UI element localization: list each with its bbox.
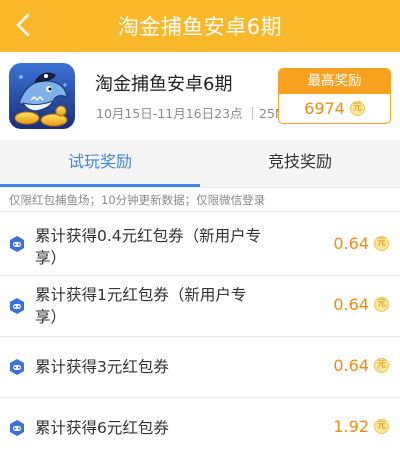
task-reward-value: 1.92 (333, 417, 369, 436)
task-reward-value: 0.64 (333, 356, 369, 375)
task-reward: 0.64 元 (333, 234, 389, 253)
shark-game-icon (9, 63, 75, 129)
task-row: 累计获得1元红包券（新用户专享） 0.64 元 (0, 276, 400, 337)
notice-text: 仅限红包捕鱼场；10分钟更新数据；仅限微信登录 (9, 193, 266, 207)
gamepad-icon (10, 420, 24, 436)
gamepad-icon (10, 298, 24, 314)
yuan-coin-icon: 元 (374, 419, 389, 434)
tab-trial-rewards[interactable]: 试玩奖励 (0, 148, 200, 185)
game-info-card: 淘金捕鱼安卓6期 10月15日-11月16日23点 ｜25M 最高奖励 6974… (0, 52, 400, 140)
game-name: 淘金捕鱼安卓6期 (95, 74, 233, 95)
task-row: 累计获得0.4元红包券（新用户专享） 0.64 元 (0, 212, 400, 276)
gamepad-icon (10, 236, 24, 252)
task-list: 累计获得0.4元红包券（新用户专享） 0.64 元 累计获得1元红包券（新用户专… (0, 212, 400, 455)
task-description: 累计获得0.4元红包券（新用户专享） (35, 227, 262, 267)
chevron-left-icon (16, 13, 30, 37)
tab-competition-rewards[interactable]: 竞技奖励 (200, 148, 400, 185)
max-reward-label: 最高奖励 (279, 69, 390, 94)
yuan-coin-icon: 元 (374, 236, 389, 251)
max-reward-box: 最高奖励 6974 元 (278, 68, 391, 124)
max-reward-value: 6974 (304, 99, 345, 118)
yuan-coin-icon: 元 (374, 358, 389, 373)
task-reward-value: 0.64 (333, 295, 369, 314)
task-reward-value: 0.64 (333, 234, 369, 253)
yuan-coin-icon: 元 (349, 101, 365, 116)
task-row: 累计获得3元红包券 0.64 元 (0, 337, 400, 398)
max-reward-value-row: 6974 元 (279, 94, 390, 123)
game-meta: 10月15日-11月16日23点 ｜25M (96, 106, 286, 121)
task-reward: 0.64 元 (333, 295, 389, 314)
task-row: 累计获得6元红包券 1.92 元 (0, 398, 400, 455)
back-button[interactable] (6, 8, 40, 42)
task-description: 累计获得3元红包券 (35, 358, 169, 376)
task-reward: 1.92 元 (333, 417, 389, 436)
header-bar: 淘金捕鱼安卓6期 (0, 0, 400, 52)
task-description: 累计获得1元红包券（新用户专享） (35, 286, 247, 326)
yuan-coin-icon: 元 (374, 297, 389, 312)
notice-bar: 仅限红包捕鱼场；10分钟更新数据；仅限微信登录 (0, 187, 400, 212)
task-description: 累计获得6元红包券 (35, 419, 169, 437)
page: 淘金捕鱼安卓6期 淘金捕鱼安卓6期 10月15日-11月16日23点 ｜25M … (0, 0, 400, 455)
gamepad-icon (10, 359, 24, 375)
page-title: 淘金捕鱼安卓6期 (117, 15, 283, 39)
reward-tabs: 试玩奖励 竞技奖励 (0, 148, 400, 185)
task-reward: 0.64 元 (333, 356, 389, 375)
